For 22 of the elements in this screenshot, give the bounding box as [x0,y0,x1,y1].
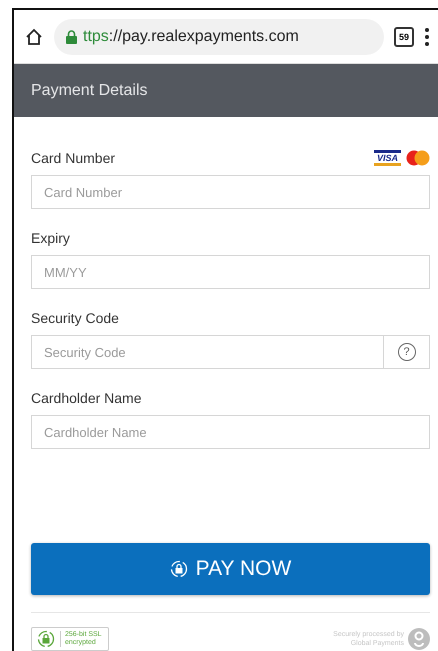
pay-now-button[interactable]: PAY NOW [31,543,430,595]
menu-icon[interactable] [424,26,430,46]
input-field[interactable]: Security Code [31,335,384,369]
field-label: Security Code [31,310,119,326]
card-brand-logo: VISA [374,150,401,166]
overlapping-circles-logo [406,150,430,166]
field-label: Card Number [31,150,116,166]
g-logo-icon [408,628,430,650]
lock-icon [66,30,77,44]
help-button[interactable]: ? [384,335,430,369]
input-field[interactable]: Card Number [31,175,430,209]
tab-count[interactable]: 59 [394,26,414,46]
lock-icon [170,560,188,578]
lock-icon [37,630,55,648]
url-text: ttps://pay.realexpayments.com [83,28,299,46]
field-label: Cardholder Name [31,390,142,406]
home-icon[interactable] [24,26,44,46]
input-field[interactable]: Cardholder Name [31,415,430,449]
input-field[interactable]: MM/YY [31,255,430,289]
field-label: Expiry [31,230,70,246]
page-title: Payment Details [31,82,148,100]
address-bar[interactable]: ttps://pay.realexpayments.com [54,18,384,54]
